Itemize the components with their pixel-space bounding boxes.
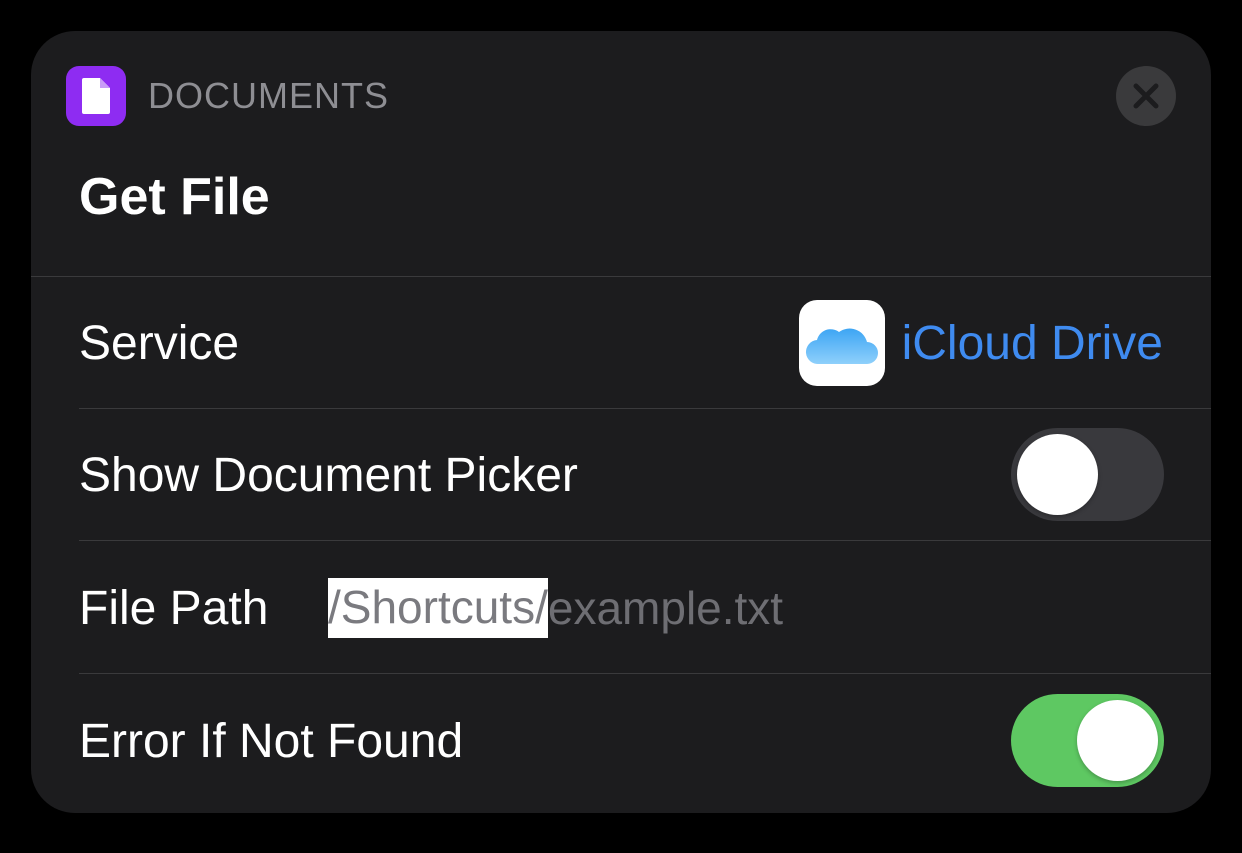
close-button[interactable] bbox=[1116, 66, 1176, 126]
file-path-placeholder: example.txt bbox=[547, 582, 784, 634]
close-icon bbox=[1133, 83, 1159, 109]
show-picker-label: Show Document Picker bbox=[79, 448, 578, 502]
file-path-input[interactable]: /Shortcuts/example.txt bbox=[328, 542, 783, 674]
category-label: DOCUMENTS bbox=[148, 75, 389, 116]
error-if-not-found-row: Error If Not Found bbox=[31, 675, 1211, 807]
row-divider bbox=[79, 673, 1211, 674]
toggle-knob bbox=[1077, 700, 1158, 781]
service-value[interactable]: iCloud Drive bbox=[902, 316, 1163, 371]
file-path-selected-text[interactable]: /Shortcuts/ bbox=[328, 578, 548, 638]
row-divider bbox=[79, 540, 1211, 541]
service-selector[interactable]: iCloud Drive bbox=[798, 277, 1163, 409]
document-icon bbox=[66, 66, 126, 126]
show-picker-toggle[interactable] bbox=[1011, 428, 1164, 521]
file-path-label: File Path bbox=[79, 581, 269, 635]
error-if-not-found-toggle[interactable] bbox=[1011, 694, 1164, 787]
show-picker-row: Show Document Picker bbox=[31, 409, 1211, 541]
error-if-not-found-label: Error If Not Found bbox=[79, 714, 464, 768]
icloud-icon bbox=[798, 300, 885, 386]
action-title: Get File bbox=[79, 168, 270, 226]
file-path-row: File Path /Shortcuts/example.txt bbox=[31, 542, 1211, 674]
toggle-knob bbox=[1017, 434, 1098, 515]
action-card: DOCUMENTS Get File Service iCloud Drive … bbox=[31, 31, 1211, 813]
service-label: Service bbox=[79, 316, 240, 370]
service-row[interactable]: Service iCloud Drive bbox=[31, 277, 1211, 409]
